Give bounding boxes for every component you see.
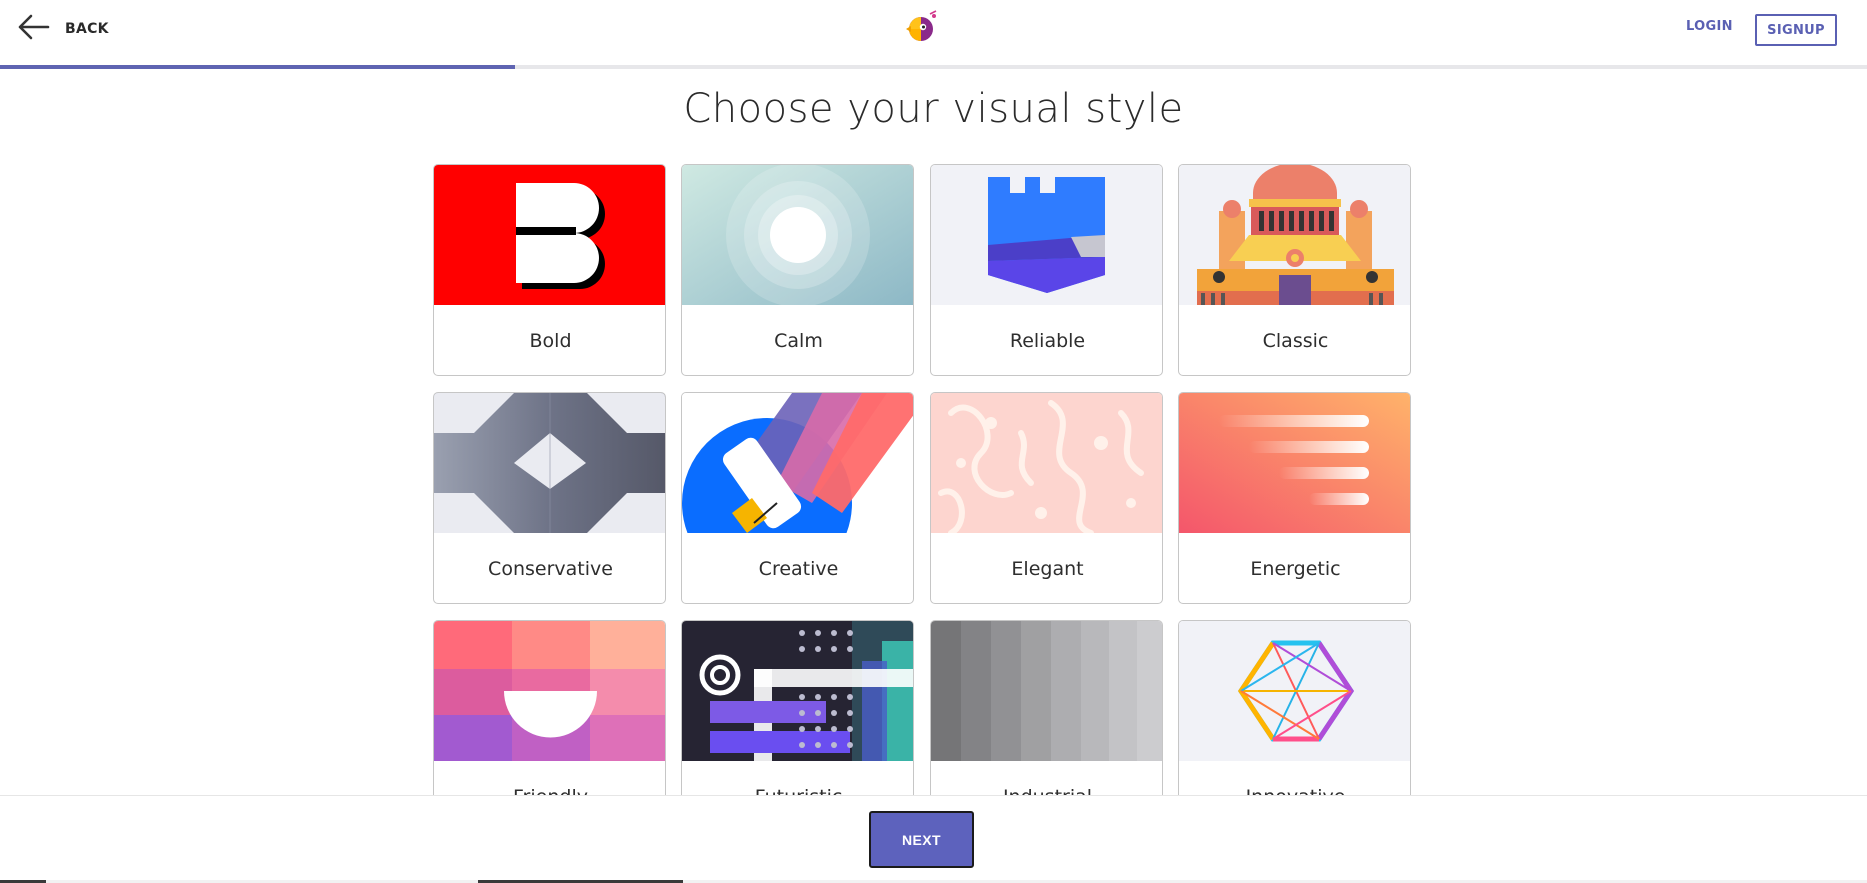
style-card-energetic[interactable]: Energetic <box>1178 392 1411 604</box>
industrial-metal-graphic <box>931 621 1162 761</box>
calm-circles-graphic <box>682 165 913 305</box>
next-button[interactable]: NEXT <box>869 811 974 868</box>
page-title: Choose your visual style <box>683 86 1184 132</box>
conservative-geometric-graphic <box>434 393 665 533</box>
progress-bar <box>0 65 1867 69</box>
top-bar: BACK LOGIN SIGNUP <box>0 0 1867 64</box>
login-link[interactable]: LOGIN <box>1686 19 1733 34</box>
style-label-classic: Classic <box>1262 330 1329 352</box>
back-label: BACK <box>65 21 109 37</box>
back-button[interactable]: BACK <box>18 14 109 44</box>
style-card-bold[interactable]: Bold <box>433 164 666 376</box>
style-label-calm: Calm <box>774 330 823 352</box>
friendly-smile-graphic <box>434 621 665 761</box>
style-label-creative: Creative <box>758 558 839 580</box>
style-card-reliable[interactable]: Reliable <box>930 164 1163 376</box>
style-label-reliable: Reliable <box>1009 330 1086 352</box>
style-card-creative[interactable]: Creative <box>681 392 914 604</box>
reliable-shield-graphic <box>931 165 1162 305</box>
creative-paint-roller-graphic <box>682 393 913 533</box>
style-label-conservative: Conservative <box>488 558 613 580</box>
style-card-classic[interactable]: Classic <box>1178 164 1411 376</box>
energetic-lines-graphic <box>1179 393 1410 533</box>
innovative-hexagon-graphic <box>1179 621 1410 761</box>
futuristic-dots-graphic <box>682 621 913 761</box>
style-card-calm[interactable]: Calm <box>681 164 914 376</box>
bold-b-graphic <box>434 165 665 305</box>
style-label-energetic: Energetic <box>1250 558 1341 580</box>
style-label-bold: Bold <box>529 330 572 352</box>
signup-button[interactable]: SIGNUP <box>1755 14 1837 46</box>
classic-building-graphic <box>1179 165 1410 305</box>
style-label-elegant: Elegant <box>1011 558 1084 580</box>
brand-logo[interactable] <box>903 10 941 44</box>
progress-bar-fill <box>0 65 516 69</box>
style-card-conservative[interactable]: Conservative <box>433 392 666 604</box>
arrow-left-icon <box>18 12 50 46</box>
style-card-elegant[interactable]: Elegant <box>930 392 1163 604</box>
elegant-damask-graphic <box>931 393 1162 533</box>
